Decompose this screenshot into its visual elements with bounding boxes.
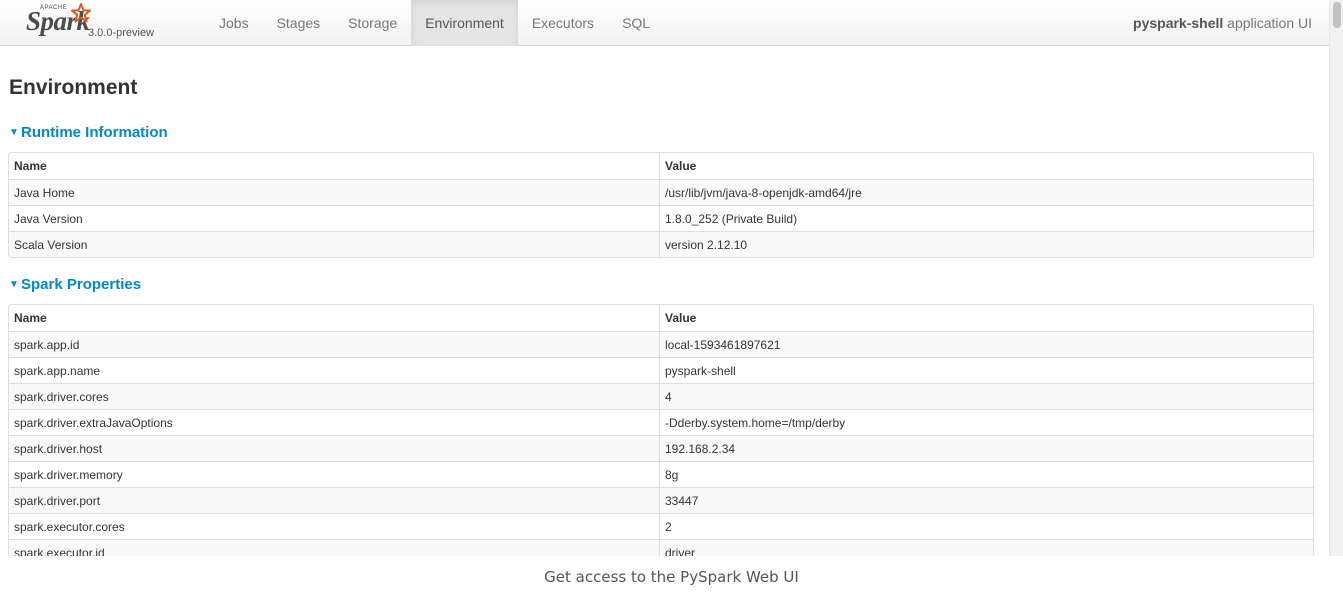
table-row: spark.driver.cores 4 [9,383,1313,409]
property-value: 1.8.0_252 (Private Build) [659,205,1313,231]
table-row: spark.driver.extraJavaOptions -Dderby.sy… [9,409,1313,435]
column-header-name[interactable]: Name [9,305,659,331]
star-icon [71,3,91,23]
property-value: local-1593461897621 [659,331,1313,357]
browser-viewport: Spark APACHE 3.0.0-preview Jobs Stages S… [0,0,1343,556]
property-name: spark.driver.extraJavaOptions [9,409,659,435]
property-value: /usr/lib/jvm/java-8-openjdk-amd64/jre [659,179,1313,205]
property-name: Scala Version [9,231,659,257]
property-name: spark.driver.host [9,435,659,461]
tab-sql[interactable]: SQL [608,0,664,46]
table-row: spark.driver.host 192.168.2.34 [9,435,1313,461]
property-name: spark.app.name [9,357,659,383]
property-value: 8g [659,461,1313,487]
nav-tabs: Jobs Stages Storage Environment Executor… [205,0,664,46]
tab-storage[interactable]: Storage [334,0,411,46]
spark-properties-toggle[interactable]: ▼ Spark Properties [9,276,141,293]
navbar: Spark APACHE 3.0.0-preview Jobs Stages S… [0,0,1329,46]
runtime-information-table: Name Value Java Home /usr/lib/jvm/java-8… [8,152,1314,258]
tab-environment[interactable]: Environment [411,0,518,46]
page-title: Environment [9,76,138,99]
property-value: driver [659,539,1313,556]
property-value: pyspark-shell [659,357,1313,383]
property-name: spark.driver.cores [9,383,659,409]
app-name: pyspark-shell [1133,15,1224,31]
property-name: spark.app.id [9,331,659,357]
table-row: Java Version 1.8.0_252 (Private Build) [9,205,1313,231]
table-row: spark.executor.cores 2 [9,513,1313,539]
app-title: pyspark-shell application UI [1133,0,1312,46]
table-row: spark.driver.memory 8g [9,461,1313,487]
image-caption: Get access to the PySpark Web UI [544,568,799,586]
property-value: 33447 [659,487,1313,513]
scrollbar-thumb[interactable] [1333,2,1341,28]
property-value: 4 [659,383,1313,409]
column-header-value[interactable]: Value [659,153,1313,179]
runtime-heading-label: Runtime Information [21,124,168,141]
property-name: spark.driver.port [9,487,659,513]
brand-apache: APACHE [40,5,68,11]
caret-down-icon: ▼ [9,127,19,138]
property-value: version 2.12.10 [659,231,1313,257]
column-header-name[interactable]: Name [9,153,659,179]
table-row: spark.app.id local-1593461897621 [9,331,1313,357]
tab-stages[interactable]: Stages [263,0,335,46]
caret-down-icon: ▼ [9,279,19,290]
column-header-value[interactable]: Value [659,305,1313,331]
property-name: Java Home [9,179,659,205]
tab-executors[interactable]: Executors [518,0,608,46]
property-value: 192.168.2.34 [659,435,1313,461]
tab-jobs[interactable]: Jobs [205,0,263,46]
brand-version: 3.0.0-preview [88,27,155,39]
app-title-suffix: application UI [1223,15,1312,31]
runtime-information-toggle[interactable]: ▼ Runtime Information [9,124,168,141]
vertical-scrollbar[interactable] [1329,0,1343,556]
spark-properties-heading-label: Spark Properties [21,276,142,293]
table-row: Java Home /usr/lib/jvm/java-8-openjdk-am… [9,179,1313,205]
property-name: spark.executor.cores [9,513,659,539]
table-row: spark.executor.id driver [9,539,1313,556]
table-header-row: Name Value [9,153,1313,179]
property-value: -Dderby.system.home=/tmp/derby [659,409,1313,435]
table-row: spark.driver.port 33447 [9,487,1313,513]
property-name: spark.driver.memory [9,461,659,487]
table-header-row: Name Value [9,305,1313,331]
property-name: spark.executor.id [9,539,659,556]
table-row: spark.app.name pyspark-shell [9,357,1313,383]
property-name: Java Version [9,205,659,231]
spark-logo[interactable]: Spark APACHE 3.0.0-preview [26,3,206,43]
spark-properties-table: Name Value spark.app.id local-1593461897… [8,304,1314,556]
property-value: 2 [659,513,1313,539]
table-row: Scala Version version 2.12.10 [9,231,1313,257]
